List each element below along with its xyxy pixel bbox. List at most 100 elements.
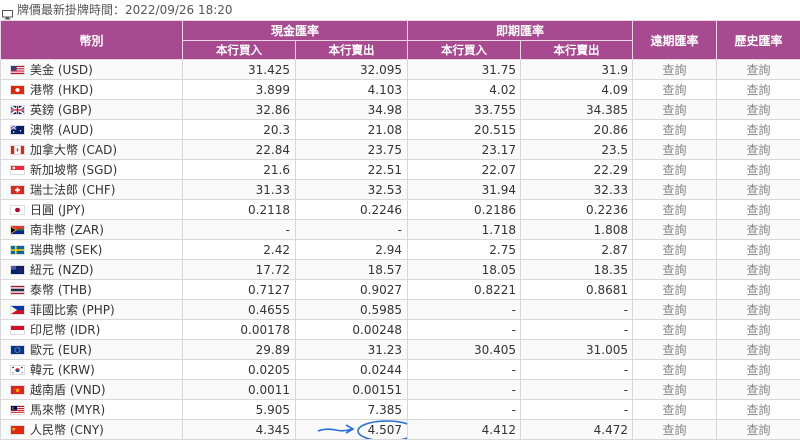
spot-rate-header: 即期匯率 (408, 21, 633, 41)
history-query-link[interactable]: 查詢 (717, 220, 800, 240)
forward-query-link[interactable]: 查詢 (633, 160, 717, 180)
ch-flag-icon (10, 185, 25, 195)
forward-query-link[interactable]: 查詢 (633, 100, 717, 120)
cash-sell-cell: 7.385 (296, 400, 408, 420)
currency-name: 南非幣 (ZAR) (30, 223, 104, 237)
history-query-link[interactable]: 查詢 (717, 320, 800, 340)
history-query-link[interactable]: 查詢 (717, 160, 800, 180)
eu-flag-icon (10, 345, 25, 355)
forward-query-link[interactable]: 查詢 (633, 420, 717, 440)
history-query-link[interactable]: 查詢 (717, 80, 800, 100)
forward-query-link[interactable]: 查詢 (633, 340, 717, 360)
forward-query-link[interactable]: 查詢 (633, 360, 717, 380)
spot-buy-cell: 22.07 (408, 160, 521, 180)
spot-sell-cell: - (521, 360, 633, 380)
currency-cell: 瑞士法郎 (CHF) (1, 180, 183, 200)
history-query-link[interactable]: 查詢 (717, 400, 800, 420)
history-query-link[interactable]: 查詢 (717, 340, 800, 360)
table-row: 越南盾 (VND)0.00110.00151--查詢查詢 (1, 380, 800, 400)
history-query-link[interactable]: 查詢 (717, 60, 800, 80)
kr-flag-icon (10, 365, 25, 375)
table-row: 人民幣 (CNY)4.3454.5074.4124.472查詢查詢 (1, 420, 800, 440)
spot-sell-cell: 23.5 (521, 140, 633, 160)
spot-sell-cell: - (521, 320, 633, 340)
cn-flag-icon (10, 425, 25, 435)
se-flag-icon (10, 245, 25, 255)
forward-query-link[interactable]: 查詢 (633, 400, 717, 420)
cash-buy-cell: 31.33 (183, 180, 296, 200)
spot-sell-cell: 0.2236 (521, 200, 633, 220)
currency-cell: 南非幣 (ZAR) (1, 220, 183, 240)
cash-buy-cell: 4.345 (183, 420, 296, 440)
history-query-link[interactable]: 查詢 (717, 140, 800, 160)
currency-cell: 馬來幣 (MYR) (1, 400, 183, 420)
spot-buy-cell: 4.412 (408, 420, 521, 440)
jp-flag-icon (10, 205, 25, 215)
rate-value: 4.507 (368, 423, 402, 437)
cash-sell-cell: 32.53 (296, 180, 408, 200)
history-query-link[interactable]: 查詢 (717, 380, 800, 400)
cash-sell-cell: 31.23 (296, 340, 408, 360)
history-query-link[interactable]: 查詢 (717, 260, 800, 280)
forward-query-link[interactable]: 查詢 (633, 320, 717, 340)
history-query-link[interactable]: 查詢 (717, 120, 800, 140)
forward-query-link[interactable]: 查詢 (633, 300, 717, 320)
forward-query-link[interactable]: 查詢 (633, 260, 717, 280)
spot-buy-cell: 1.718 (408, 220, 521, 240)
currency-cell: 美金 (USD) (1, 60, 183, 80)
forward-query-link[interactable]: 查詢 (633, 240, 717, 260)
history-rate-header: 歷史匯率 (717, 21, 800, 60)
cash-sell-cell: 4.103 (296, 80, 408, 100)
spot-buy-cell: 4.02 (408, 80, 521, 100)
table-row: 紐元 (NZD)17.7218.5718.0518.35查詢查詢 (1, 260, 800, 280)
history-query-link[interactable]: 查詢 (717, 360, 800, 380)
table-row: 港幣 (HKD)3.8994.1034.024.09查詢查詢 (1, 80, 800, 100)
currency-name: 澳幣 (AUD) (30, 123, 93, 137)
history-query-link[interactable]: 查詢 (717, 420, 800, 440)
cash-buy-cell: 21.6 (183, 160, 296, 180)
cash-sell-cell: 0.2246 (296, 200, 408, 220)
history-query-link[interactable]: 查詢 (717, 100, 800, 120)
cash-sell-cell: 21.08 (296, 120, 408, 140)
history-query-link[interactable]: 查詢 (717, 180, 800, 200)
currency-cell: 人民幣 (CNY) (1, 420, 183, 440)
cash-buy-cell: 0.4655 (183, 300, 296, 320)
table-row: 印尼幣 (IDR)0.001780.00248--查詢查詢 (1, 320, 800, 340)
cash-sell-cell: 0.00248 (296, 320, 408, 340)
forward-query-link[interactable]: 查詢 (633, 380, 717, 400)
cash-buy-cell: 3.899 (183, 80, 296, 100)
currency-cell: 日圓 (JPY) (1, 200, 183, 220)
za-flag-icon (10, 225, 25, 235)
cash-buy-cell: 32.86 (183, 100, 296, 120)
table-row: 歐元 (EUR)29.8931.2330.40531.005查詢查詢 (1, 340, 800, 360)
spot-sell-cell: 0.8681 (521, 280, 633, 300)
currency-name: 瑞典幣 (SEK) (30, 243, 102, 257)
history-query-link[interactable]: 查詢 (717, 200, 800, 220)
forward-query-link[interactable]: 查詢 (633, 80, 717, 100)
spot-sell-cell: 20.86 (521, 120, 633, 140)
cash-sell-cell: 0.0244 (296, 360, 408, 380)
currency-name: 日圓 (JPY) (30, 203, 85, 217)
monitor-icon (2, 6, 13, 15)
ca-flag-icon (10, 145, 25, 155)
currency-cell: 澳幣 (AUD) (1, 120, 183, 140)
table-row: 南非幣 (ZAR)--1.7181.808查詢查詢 (1, 220, 800, 240)
history-query-link[interactable]: 查詢 (717, 280, 800, 300)
cash-sell-cell: 2.94 (296, 240, 408, 260)
spot-buy-header: 本行買入 (408, 41, 521, 60)
forward-query-link[interactable]: 查詢 (633, 60, 717, 80)
currency-name: 馬來幣 (MYR) (30, 403, 105, 417)
history-query-link[interactable]: 查詢 (717, 240, 800, 260)
history-query-link[interactable]: 查詢 (717, 300, 800, 320)
currency-cell: 韓元 (KRW) (1, 360, 183, 380)
table-row: 澳幣 (AUD)20.321.0820.51520.86查詢查詢 (1, 120, 800, 140)
forward-query-link[interactable]: 查詢 (633, 140, 717, 160)
forward-query-link[interactable]: 查詢 (633, 200, 717, 220)
forward-query-link[interactable]: 查詢 (633, 120, 717, 140)
forward-query-link[interactable]: 查詢 (633, 280, 717, 300)
cash-sell-cell: 34.98 (296, 100, 408, 120)
spot-sell-cell: - (521, 400, 633, 420)
forward-query-link[interactable]: 查詢 (633, 220, 717, 240)
cash-sell-header: 本行賣出 (296, 41, 408, 60)
forward-query-link[interactable]: 查詢 (633, 180, 717, 200)
